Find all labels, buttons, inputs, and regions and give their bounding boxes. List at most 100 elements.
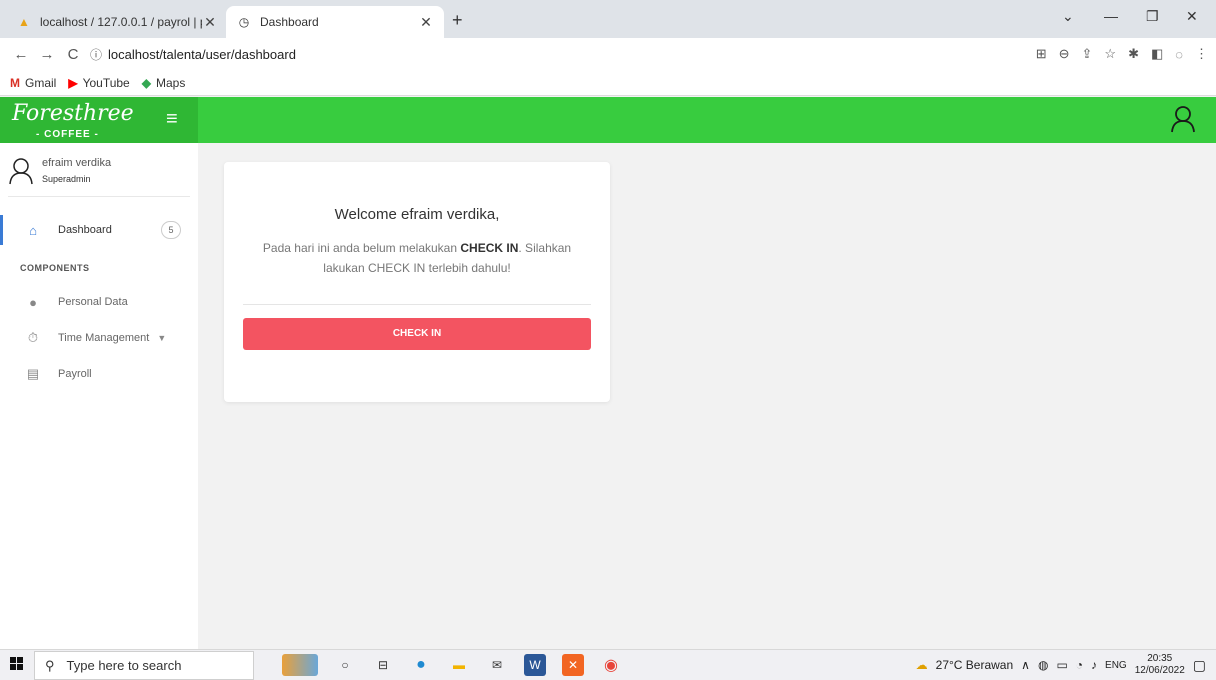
info-icon[interactable]: ⓘ	[90, 46, 102, 63]
file-explorer-icon[interactable]: ▬	[448, 654, 470, 676]
chevron-up-icon[interactable]: ∧	[1021, 658, 1030, 672]
back-icon[interactable]: ←	[8, 46, 34, 63]
sidebar-user-panel: efraim verdika Superadmin	[8, 153, 190, 197]
search-icon: ⚲	[45, 657, 55, 673]
chrome-icon[interactable]: ◉	[600, 654, 622, 676]
tab-dashboard[interactable]: ◷ Dashboard ✕	[226, 6, 444, 38]
section-label: COMPONENTS	[20, 263, 90, 273]
task-view-icon[interactable]: ⊟	[372, 654, 394, 676]
bookmark-label: YouTube	[82, 75, 130, 90]
divider	[243, 304, 591, 305]
user-account-icon[interactable]	[1170, 105, 1196, 133]
brand-subtitle: - COFFEE -	[36, 129, 99, 140]
checkin-message: Pada hari ini anda belum melakukan CHECK…	[246, 238, 588, 278]
taskbar-search[interactable]: ⚲ Type here to search	[34, 651, 254, 680]
tab-phpmyadmin[interactable]: ▲ localhost / 127.0.0.1 / payrol | ph ✕	[6, 6, 228, 38]
user-icon: ●	[29, 294, 37, 310]
document-icon: ▤	[26, 366, 40, 381]
language-indicator[interactable]: ENG	[1105, 660, 1127, 671]
welcome-title: Welcome efraim verdika,	[334, 206, 500, 223]
gmail-icon: M	[10, 75, 20, 90]
wifi-icon[interactable]: ◔	[1076, 658, 1083, 672]
youtube-icon: ▶	[68, 75, 78, 90]
checkin-card: Welcome efraim verdika, Pada hari ini an…	[224, 162, 610, 402]
bookmark-youtube[interactable]: ▶ YouTube	[68, 76, 129, 90]
bookmark-gmail[interactable]: M Gmail	[10, 76, 56, 90]
stopwatch-icon: ⏱	[27, 330, 39, 345]
reload-icon[interactable]: C	[60, 46, 86, 63]
star-icon[interactable]: ☆	[1104, 46, 1116, 62]
brand-logo[interactable]: Foresthree - COFFEE - ≡	[0, 97, 198, 143]
word-icon[interactable]: W	[524, 654, 546, 676]
clock-time: 20:35	[1147, 653, 1173, 664]
weather-icon[interactable]: ☁	[916, 658, 928, 672]
sidebar-item-label: Personal Data	[58, 296, 128, 308]
search-placeholder: Type here to search	[66, 658, 182, 673]
menu-icon[interactable]: ⋮	[1195, 46, 1208, 62]
windows-taskbar: ⚲ Type here to search ○ ⊟ ● ▬ ✉ W ✕ ◉ ☁ …	[0, 649, 1216, 680]
extensions-icon[interactable]: ✱	[1128, 46, 1139, 62]
notification-icon[interactable]: ▢	[1193, 657, 1206, 674]
address-bar: ← → C ⓘ localhost/talenta/user/dashboard…	[0, 38, 1216, 70]
widgets-icon[interactable]	[282, 654, 318, 676]
share-icon[interactable]: ⇪	[1082, 46, 1093, 62]
phpmyadmin-icon: ▲	[18, 15, 30, 29]
message-emphasis: CHECK IN	[460, 241, 519, 255]
dashboard-icon: ◷	[238, 15, 250, 29]
weather-text[interactable]: 27°C Berawan	[936, 658, 1014, 672]
maps-icon: ◆	[141, 75, 151, 90]
count-badge: 5	[161, 221, 181, 239]
sidebar-item-label: Time Management	[58, 332, 150, 344]
sidepanel-icon[interactable]: ◧	[1151, 46, 1163, 62]
bookmarks-bar: M Gmail ▶ YouTube ◆ Maps	[0, 70, 1216, 96]
battery-icon[interactable]: ▭	[1056, 658, 1067, 672]
xampp-icon[interactable]: ✕	[562, 654, 584, 676]
profile-icon[interactable]: ◌	[1175, 47, 1183, 62]
sidebar-item-dashboard[interactable]: ⌂ Dashboard 5	[0, 215, 198, 245]
sidebar-item-personal-data[interactable]: ● Personal Data	[0, 287, 198, 317]
volume-icon[interactable]: ♪	[1091, 658, 1097, 672]
caret-down-icon: ▼	[157, 333, 167, 343]
home-icon: ⌂	[29, 222, 37, 238]
user-role: Superadmin	[42, 174, 91, 184]
close-icon[interactable]: ✕	[418, 14, 434, 31]
forward-icon[interactable]: →	[34, 46, 60, 63]
sidebar-item-time-management[interactable]: ⏱ Time Management ▼	[0, 323, 198, 353]
browser-actions: ⊞ ⊖ ⇪ ☆ ✱ ◧ ◌ ⋮	[1036, 38, 1208, 70]
check-in-button[interactable]: CHECK IN	[243, 318, 591, 350]
tab-search-icon[interactable]: ⌄	[1062, 8, 1074, 25]
windows-start-icon[interactable]	[10, 657, 24, 671]
tab-title: localhost / 127.0.0.1 / payrol | ph	[40, 15, 202, 29]
sidebar: efraim verdika Superadmin ⌂ Dashboard 5 …	[0, 143, 198, 649]
network-icon[interactable]: ◍	[1038, 658, 1048, 672]
taskbar-apps: ○ ⊟ ● ▬ ✉ W ✕ ◉	[282, 650, 622, 680]
user-name: efraim verdika	[42, 157, 112, 169]
edge-icon[interactable]: ●	[410, 654, 432, 676]
clock-date: 12/06/2022	[1134, 665, 1185, 676]
app-header: Foresthree - COFFEE - ≡	[0, 97, 1216, 143]
sidebar-item-label: Dashboard	[58, 224, 112, 236]
hamburger-icon[interactable]: ≡	[166, 108, 178, 131]
url-field[interactable]: ⓘ localhost/talenta/user/dashboard	[90, 46, 296, 63]
cortana-icon[interactable]: ○	[334, 654, 356, 676]
browser-tab-bar: ▲ localhost / 127.0.0.1 / payrol | ph ✕ …	[0, 0, 1216, 38]
zoom-icon[interactable]: ⊖	[1059, 46, 1070, 62]
sidebar-item-payroll[interactable]: ▤ Payroll	[0, 359, 198, 389]
new-tab-icon[interactable]: +	[452, 10, 463, 31]
minimize-icon[interactable]: —	[1104, 8, 1118, 24]
window-close-icon[interactable]: ✕	[1186, 8, 1198, 25]
translate-icon[interactable]: ⊞	[1036, 46, 1047, 62]
bookmark-label: Maps	[155, 75, 186, 90]
restore-icon[interactable]: ❐	[1146, 8, 1159, 25]
brand-name: Foresthree	[12, 101, 134, 126]
message-part: Pada hari ini anda belum melakukan	[262, 241, 461, 255]
mail-icon[interactable]: ✉	[486, 654, 508, 676]
tab-title: Dashboard	[260, 15, 319, 29]
close-icon[interactable]: ✕	[202, 14, 218, 31]
bookmark-maps[interactable]: ◆ Maps	[142, 76, 186, 90]
system-tray: ☁ 27°C Berawan ∧ ◍ ▭ ◔ ♪ ENG 20:35 12/06…	[916, 650, 1206, 680]
sidebar-item-label: Payroll	[58, 368, 92, 380]
bookmark-label: Gmail	[25, 75, 57, 90]
url-text: localhost/talenta/user/dashboard	[108, 46, 296, 62]
clock[interactable]: 20:35 12/06/2022	[1135, 653, 1185, 677]
